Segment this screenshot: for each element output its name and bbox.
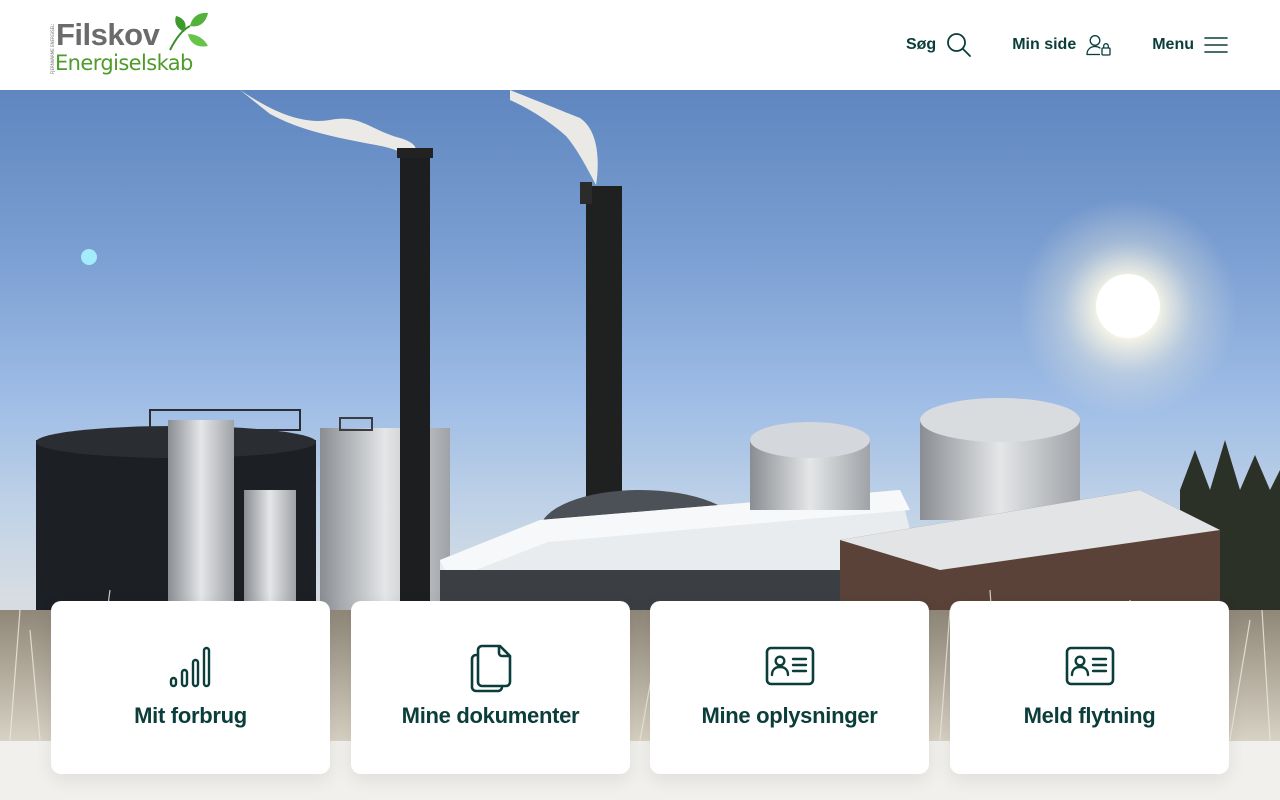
- logo-subtitle: Energiselskab: [55, 51, 193, 75]
- hamburger-icon: [1204, 37, 1228, 53]
- user-lock-icon: [1086, 35, 1111, 56]
- card-my-documents[interactable]: Mine dokumenter: [351, 601, 630, 774]
- top-nav: Søg Min side Menu: [866, 0, 1228, 90]
- my-page-label: Min side: [1012, 36, 1077, 53]
- search-label: Søg: [905, 36, 937, 53]
- documents-icon: [470, 644, 511, 693]
- company-logo[interactable]: FJERNVARME ENERGISELSKAB Filskov Energis…: [50, 12, 210, 80]
- card-report-move[interactable]: Meld flytning: [950, 601, 1229, 774]
- menu-label: Menu: [1152, 36, 1194, 53]
- card-my-information[interactable]: Mine oplysninger: [650, 601, 929, 774]
- search-button[interactable]: Søg: [906, 32, 972, 58]
- card-my-consumption-label: Mit forbrug: [134, 703, 247, 728]
- quick-links: Mit forbrug Mine dokumenter Mine oplysni…: [51, 601, 1229, 774]
- id-card-icon: [1065, 646, 1114, 686]
- id-card-icon: [765, 646, 814, 686]
- search-icon: [947, 33, 972, 57]
- leaves-icon: [169, 12, 208, 51]
- site-header: FJERNVARME ENERGISELSKAB Filskov Energis…: [0, 0, 1280, 90]
- signal-bars-icon: [169, 646, 210, 688]
- card-my-information-label: Mine oplysninger: [701, 703, 878, 728]
- my-page-button[interactable]: Min side: [1012, 34, 1112, 56]
- menu-button[interactable]: Menu: [1152, 35, 1228, 55]
- card-my-documents-label: Mine dokumenter: [401, 703, 580, 728]
- card-report-move-label: Meld flytning: [1023, 703, 1156, 728]
- logo-brand: Filskov: [56, 17, 160, 52]
- card-my-consumption[interactable]: Mit forbrug: [51, 601, 330, 774]
